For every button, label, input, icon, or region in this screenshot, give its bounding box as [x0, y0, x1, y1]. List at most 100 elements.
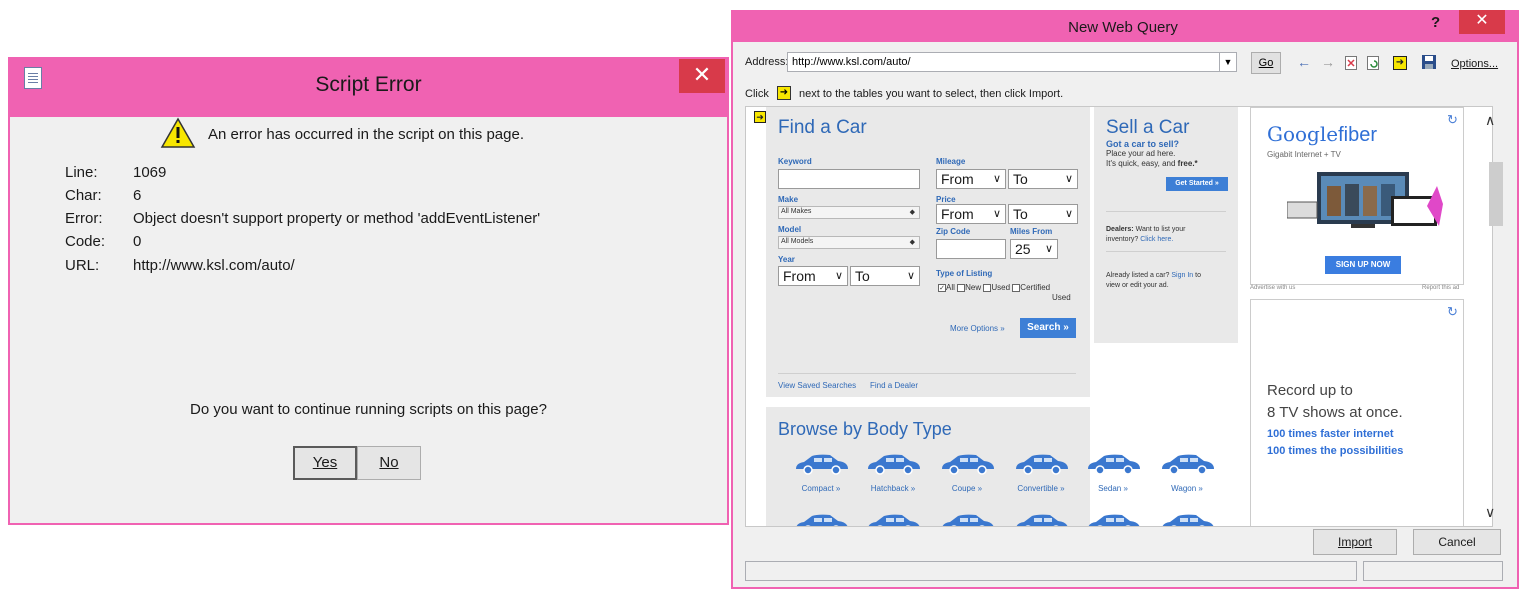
get-started-button[interactable]: Get Started » [1166, 177, 1228, 191]
scrollbar-thumb[interactable] [1489, 162, 1503, 226]
certified-used-label: Used [1052, 293, 1071, 302]
ad-tagline: Gigabit Internet + TV [1267, 150, 1341, 159]
body-type-link[interactable]: Hatchback » [858, 484, 928, 493]
mileage-from-select[interactable]: From ∨ [936, 169, 1006, 189]
help-button[interactable]: ? [1431, 14, 1440, 31]
forward-arrow-icon[interactable]: → [1321, 54, 1335, 70]
all-checkbox[interactable]: ✓ [938, 283, 946, 292]
car-body-icon[interactable] [938, 511, 998, 527]
click-here-link[interactable]: Click here. [1140, 236, 1173, 243]
car-body-icon[interactable] [792, 511, 852, 527]
sell-car-title: Sell a Car [1106, 117, 1190, 138]
ad-line-4: 100 times the possibilities [1267, 445, 1404, 457]
price-from-select[interactable]: From ∨ [936, 204, 1006, 224]
yes-button[interactable]: Yes [293, 446, 357, 480]
car-body-icon[interactable] [1158, 451, 1218, 477]
miles-from-label: Miles From [1010, 227, 1053, 236]
zip-code-label: Zip Code [936, 227, 971, 236]
model-select[interactable]: All Models ◆ [778, 236, 920, 249]
divider [1106, 251, 1226, 252]
scroll-down-icon[interactable]: ∨ [1485, 504, 1495, 521]
keyword-input[interactable] [778, 169, 920, 189]
error-message: An error has occurred in the script on t… [208, 126, 524, 143]
close-button[interactable]: ✕ [1459, 10, 1505, 34]
click-label: Click [745, 88, 769, 100]
find-dealer-link[interactable]: Find a Dealer [870, 381, 918, 390]
miles-from-select[interactable]: 25 ∨ [1010, 239, 1058, 259]
make-select[interactable]: All Makes ◆ [778, 206, 920, 219]
ad-brand: Googlefiber [1267, 122, 1377, 146]
click-instructions: next to the tables you want to select, t… [799, 88, 1064, 100]
scroll-up-icon[interactable]: ∧ [1485, 112, 1495, 129]
ad-line-1: Record up to [1267, 382, 1353, 399]
advertise-link[interactable]: Advertise with us [1250, 285, 1295, 291]
price-to-select[interactable]: To ∨ [1008, 204, 1078, 224]
error-detail-row: Error: Object doesn't support property or… [65, 210, 541, 227]
find-car-title: Find a Car [778, 117, 867, 138]
arrow-marker-icon: ➜ [777, 86, 791, 100]
refresh-icon[interactable] [1367, 56, 1381, 70]
more-options-link[interactable]: More Options » [950, 324, 1005, 333]
mileage-label: Mileage [936, 157, 966, 166]
script-error-titlebar[interactable]: Script Error ✕ [10, 59, 727, 117]
options-button[interactable]: Options... [1451, 58, 1498, 70]
save-query-icon[interactable] [1421, 54, 1439, 72]
body-type-link[interactable]: Sedan » [1078, 484, 1148, 493]
refresh-ad-icon[interactable]: ↻ [1447, 112, 1458, 128]
script-error-dialog: Script Error ✕ An error has occurred in … [8, 57, 729, 525]
no-button[interactable]: No [357, 446, 421, 480]
sign-up-button[interactable]: SIGN UP NOW [1325, 256, 1401, 274]
sell-line-1: Place your ad here. [1106, 149, 1176, 158]
car-body-icon[interactable] [1158, 511, 1218, 527]
body-type-link[interactable]: Convertible » [1006, 484, 1076, 493]
go-button[interactable]: Go [1251, 52, 1281, 74]
make-label: Make [778, 195, 799, 204]
search-button[interactable]: Search » [1020, 318, 1076, 338]
car-body-icon[interactable] [938, 451, 998, 477]
year-label: Year [778, 255, 795, 264]
new-web-query-window: New Web Query ? ✕ Address: http://www.ks… [731, 10, 1519, 589]
listing-type-label: Type of Listing [936, 269, 993, 278]
new-checkbox[interactable] [957, 283, 966, 292]
mileage-to-select[interactable]: To ∨ [1008, 169, 1078, 189]
body-type-link[interactable]: Wagon » [1152, 484, 1222, 493]
sell-line-2: It's quick, easy, and free.* [1106, 159, 1198, 168]
saved-searches-link[interactable]: View Saved Searches [778, 381, 856, 390]
address-input[interactable]: http://www.ksl.com/auto/ [787, 52, 1237, 72]
google-fiber-ad[interactable]: ↻ Googlefiber Gigabit Internet + TV SIGN… [1250, 107, 1464, 285]
divider [1106, 211, 1226, 212]
cancel-button[interactable]: Cancel [1413, 529, 1501, 555]
address-label: Address: [745, 56, 789, 68]
car-body-icon[interactable] [792, 451, 852, 477]
close-button[interactable]: ✕ [679, 59, 725, 93]
car-body-icon[interactable] [864, 511, 924, 527]
car-body-icon[interactable] [1084, 451, 1144, 477]
zip-code-input[interactable] [936, 239, 1006, 259]
import-button[interactable]: Import [1313, 529, 1397, 555]
car-body-icon[interactable] [1084, 511, 1144, 527]
dealers-text: Dealers: Want to list your inventory? Cl… [1106, 226, 1186, 243]
tv-devices-image [1287, 172, 1443, 228]
body-type-link[interactable]: Coupe » [932, 484, 1002, 493]
web-page-viewport[interactable]: ➜ Find a Car Keyword Mileage From ∨ To ∨ M… [745, 106, 1493, 527]
ad-line-2: 8 TV shows at once. [1267, 404, 1403, 421]
car-body-icon[interactable] [1012, 511, 1072, 527]
stop-icon[interactable] [1345, 56, 1357, 70]
sell-car-subtitle: Got a car to sell? [1106, 139, 1180, 149]
car-body-icon[interactable] [864, 451, 924, 477]
continue-question: Do you want to continue running scripts … [190, 401, 547, 418]
body-type-link[interactable]: Compact » [786, 484, 856, 493]
report-ad-link[interactable]: Report this ad [1422, 285, 1459, 291]
back-arrow-icon[interactable]: ← [1297, 54, 1311, 70]
record-tv-ad[interactable]: ↻ Record up to 8 TV shows at once. 100 t… [1250, 299, 1464, 526]
select-tables-icon[interactable]: ➜ [1393, 56, 1407, 70]
web-query-titlebar[interactable]: New Web Query ? ✕ [731, 10, 1519, 42]
car-body-icon[interactable] [1012, 451, 1072, 477]
year-to-select[interactable]: To ∨ [850, 266, 920, 286]
table-marker-icon[interactable]: ➜ [754, 111, 766, 123]
refresh-ad-icon[interactable]: ↻ [1447, 304, 1458, 320]
year-from-select[interactable]: From ∨ [778, 266, 848, 286]
model-label: Model [778, 225, 802, 234]
sign-in-link[interactable]: Sign In [1171, 272, 1193, 279]
address-dropdown-icon[interactable]: ▼ [1219, 53, 1236, 71]
